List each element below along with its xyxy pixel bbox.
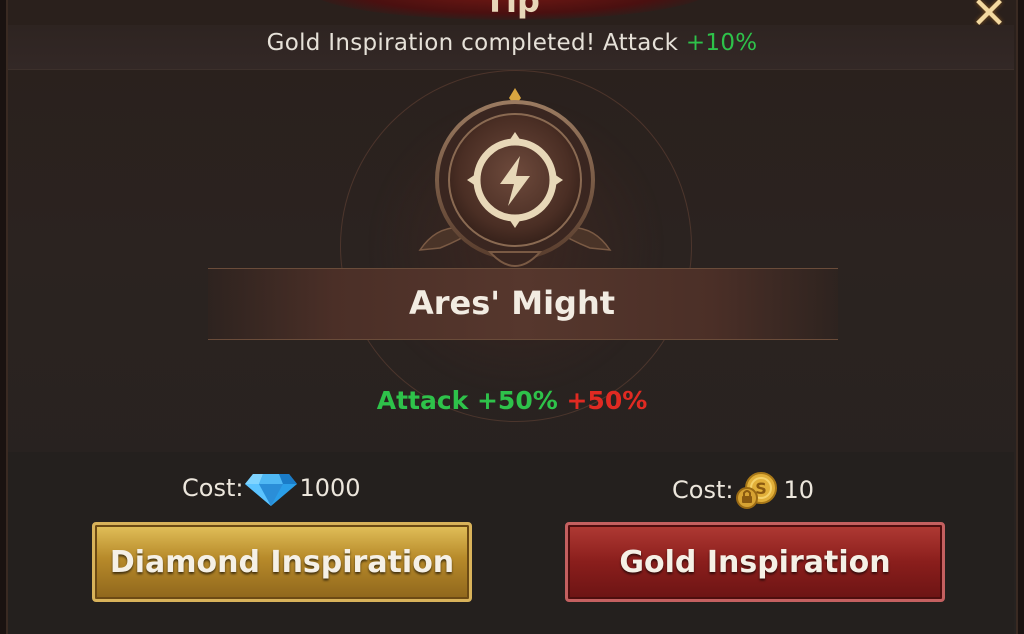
gold-inspiration-button[interactable]: Gold Inspiration	[565, 522, 945, 602]
cost-label: Cost:	[672, 476, 734, 504]
cost-label: Cost:	[182, 474, 244, 502]
notice-text: Gold Inspiration completed! Attack	[266, 30, 686, 56]
effect-bonus: +50%	[557, 386, 648, 415]
gold-cost-value: 10	[783, 476, 814, 504]
gold-coin-icon: S	[736, 472, 778, 509]
gold-cost: Cost: S 10	[672, 470, 814, 510]
skill-name: Ares' Might	[408, 284, 616, 322]
skill-effect: Attack +50% +50%	[0, 386, 1024, 415]
completion-notice: Gold Inspiration completed! Attack +10%	[0, 30, 1024, 56]
effect-label: Attack +50%	[376, 386, 558, 415]
dialog-title: Tip	[484, 0, 540, 20]
diamond-icon	[245, 474, 298, 506]
diamond-cost: Cost: 1000	[182, 470, 361, 506]
diamond-inspiration-button[interactable]: Diamond Inspiration	[92, 522, 472, 602]
diamond-cost-value: 1000	[299, 474, 361, 502]
lightning-emblem-icon	[418, 88, 612, 267]
notice-bonus: +10%	[685, 30, 758, 56]
